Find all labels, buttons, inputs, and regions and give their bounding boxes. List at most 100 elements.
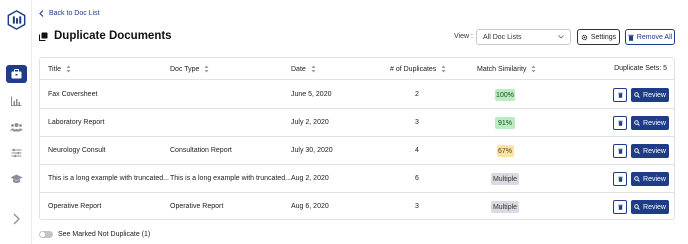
trash-icon	[617, 148, 623, 154]
graduation-cap-icon	[10, 174, 23, 183]
row-doc-type: Consultation Report	[170, 147, 232, 154]
column-duplicates-label: # of Duplicates	[390, 65, 437, 73]
view-select-value: All Doc Lists	[483, 33, 522, 41]
row-duplicates-count: 6	[415, 175, 419, 182]
row-date: June 5, 2020	[291, 91, 332, 98]
sidebar-item-analytics[interactable]	[6, 92, 27, 110]
column-header-title[interactable]: Title	[48, 65, 71, 73]
row-duplicates-count: 2	[415, 91, 419, 98]
review-button-label: Review	[643, 91, 666, 99]
table-row: Operative Report Operative Report Aug 6, 2…	[40, 193, 674, 221]
page-header: Duplicate Documents	[39, 30, 172, 42]
review-button-label: Review	[643, 119, 666, 127]
briefcase-icon	[11, 69, 22, 79]
view-select[interactable]: All Doc Lists	[476, 29, 571, 45]
row-date: July 2, 2020	[291, 119, 329, 126]
back-link-label: Back to Doc List	[49, 10, 100, 17]
row-duplicates-count: 3	[415, 203, 419, 210]
review-button[interactable]: Review	[631, 116, 669, 130]
trash-icon	[617, 92, 623, 98]
back-to-doc-list-link[interactable]: Back to Doc List	[39, 10, 100, 17]
review-button-label: Review	[643, 175, 666, 183]
marked-not-duplicate-toggle-row: See Marked Not Duplicate (1)	[39, 231, 150, 238]
review-button-label: Review	[643, 203, 666, 211]
chevron-down-icon	[558, 35, 564, 39]
sliders-icon	[11, 148, 22, 158]
remove-row-button[interactable]	[613, 116, 627, 130]
remove-row-button[interactable]	[613, 88, 627, 102]
column-similarity-label: Match Similarity	[477, 65, 527, 73]
column-date-label: Date	[291, 65, 306, 73]
marked-not-duplicate-toggle[interactable]	[39, 231, 53, 238]
expand-sidebar-chevron-icon[interactable]	[10, 212, 22, 226]
table-row: Laboratory Report July 2, 2020 3 91% Review	[40, 109, 674, 137]
review-button[interactable]: Review	[631, 88, 669, 102]
review-button[interactable]: Review	[631, 172, 669, 186]
review-button[interactable]: Review	[631, 200, 669, 214]
sidebar-item-training[interactable]	[6, 170, 27, 188]
trash-icon	[617, 176, 623, 182]
remove-all-label: Remove All	[636, 33, 673, 41]
search-icon	[634, 148, 640, 154]
table-row: Neurology Consult Consultation Report July…	[40, 137, 674, 165]
sidebar-item-documents[interactable]	[6, 65, 27, 83]
column-doc-type-label: Doc Type	[170, 65, 200, 73]
settings-button-label: Settings	[590, 33, 617, 41]
match-similarity-badge: 100%	[495, 89, 515, 101]
row-title: Operative Report	[48, 203, 102, 210]
sort-icon	[204, 65, 209, 73]
duplicates-table: Title Doc Type Date # of Duplicates Matc…	[39, 57, 675, 220]
search-icon	[634, 204, 640, 210]
trash-icon	[617, 204, 623, 210]
column-title-label: Title	[48, 65, 61, 73]
row-title: Laboratory Report	[48, 119, 105, 126]
bar-chart-icon	[11, 96, 22, 106]
toggle-label: See Marked Not Duplicate (1)	[58, 231, 151, 238]
review-button-label: Review	[643, 147, 666, 155]
sidebar-item-settings[interactable]	[6, 144, 27, 162]
column-header-date[interactable]: Date	[291, 65, 316, 73]
app-logo[interactable]	[7, 10, 26, 30]
toggle-knob	[40, 232, 45, 237]
users-icon	[10, 123, 23, 132]
row-date: July 30, 2020	[291, 147, 333, 154]
match-similarity-badge: 91%	[495, 117, 515, 129]
table-row: This is a long example with truncated...…	[40, 165, 674, 193]
sort-icon	[441, 65, 446, 73]
trash-icon	[617, 120, 623, 126]
settings-button[interactable]: Settings	[577, 29, 620, 45]
duplicate-sets-label: Duplicate Sets: 5	[614, 65, 667, 72]
match-similarity-badge: Multiple	[491, 201, 519, 213]
table-row: Fax Coversheet June 5, 2020 2 100% Review	[40, 81, 674, 109]
row-title: Neurology Consult	[48, 147, 106, 154]
row-doc-type: Operative Report	[170, 203, 224, 210]
sidebar	[0, 0, 32, 244]
row-doc-type: This is a long example with truncated...	[170, 175, 292, 182]
sidebar-item-users[interactable]	[6, 118, 27, 136]
column-header-doc-type[interactable]: Doc Type	[170, 65, 209, 73]
view-label: View :	[454, 33, 473, 40]
remove-all-button[interactable]: Remove All	[625, 29, 675, 45]
row-title: Fax Coversheet	[48, 91, 98, 98]
duplicate-documents-icon	[39, 32, 48, 41]
match-similarity-badge: Multiple	[491, 173, 519, 185]
row-title: This is a long example with truncated...	[48, 175, 170, 182]
match-similarity-badge: 67%	[496, 145, 514, 157]
search-icon	[634, 120, 640, 126]
sort-icon	[311, 65, 316, 73]
row-date: Aug 6, 2020	[291, 203, 329, 210]
duplicate-sets-count: Duplicate Sets: 5	[614, 65, 667, 72]
sort-icon	[66, 65, 71, 73]
row-date: Aug 2, 2020	[291, 175, 329, 182]
chevron-left-icon	[39, 10, 44, 17]
table-header: Title Doc Type Date # of Duplicates Matc…	[40, 58, 674, 80]
remove-row-button[interactable]	[613, 200, 627, 214]
sort-icon	[531, 65, 536, 73]
column-header-duplicates[interactable]: # of Duplicates	[390, 65, 446, 73]
remove-row-button[interactable]	[613, 172, 627, 186]
row-duplicates-count: 3	[415, 119, 419, 126]
review-button[interactable]: Review	[631, 144, 669, 158]
column-header-similarity[interactable]: Match Similarity	[477, 65, 536, 73]
trash-icon	[628, 34, 634, 41]
remove-row-button[interactable]	[613, 144, 627, 158]
